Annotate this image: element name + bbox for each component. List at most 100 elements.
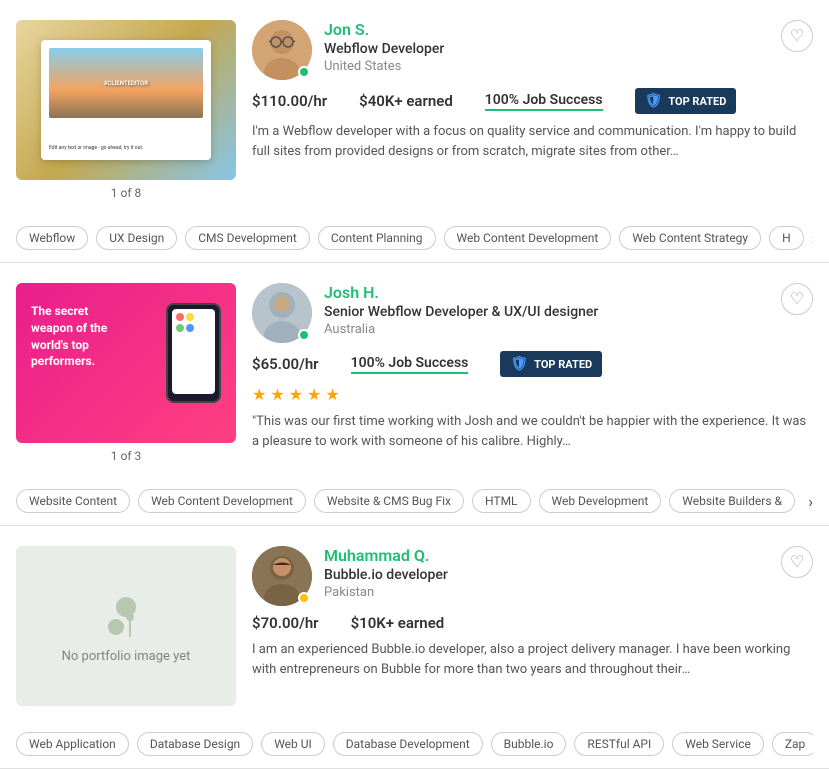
metrics-row-muhammad: $70.00/hr $10K+ earned bbox=[252, 614, 813, 632]
tag-website-builders[interactable]: Website Builders & bbox=[669, 489, 795, 513]
top-rated-badge-jon: 🛡 TOP RATED bbox=[635, 88, 737, 114]
rate-metric-jon: $110.00/hr bbox=[252, 92, 327, 110]
freelancer-location-josh: Australia bbox=[324, 322, 598, 337]
image-counter-jon: 1 of 8 bbox=[16, 186, 236, 200]
placeholder-text-muhammad: No portfolio image yet bbox=[62, 649, 191, 664]
tag-database-development[interactable]: Database Development bbox=[333, 732, 483, 756]
device-overlay-jon: Edit any text or image - go ahead, try i… bbox=[49, 145, 203, 152]
star-5-josh: ★ bbox=[325, 385, 339, 404]
portfolio-image-josh[interactable]: The secret weapon of the world's top per… bbox=[16, 283, 236, 443]
dot-red-josh bbox=[176, 313, 184, 321]
tag-more-jon[interactable]: H bbox=[769, 226, 804, 250]
bio-text-josh: "This was our first time working with Jo… bbox=[252, 412, 813, 451]
stars-row-josh: ★ ★ ★ ★ ★ bbox=[252, 385, 813, 404]
phone-row-2-josh bbox=[176, 324, 211, 332]
rate-value-jon: $110.00/hr bbox=[252, 92, 327, 110]
card-header-jon: Jon S. Webflow Developer United States ♡ bbox=[252, 20, 813, 80]
tag-html[interactable]: HTML bbox=[472, 489, 531, 513]
tag-website-content[interactable]: Website Content bbox=[16, 489, 130, 513]
online-indicator-josh bbox=[298, 329, 310, 341]
star-1-josh: ★ bbox=[252, 385, 266, 404]
freelancer-title-jon: Webflow Developer bbox=[324, 41, 444, 57]
tag-website-cms-bug[interactable]: Website & CMS Bug Fix bbox=[314, 489, 464, 513]
tag-web-ui[interactable]: Web UI bbox=[261, 732, 325, 756]
freelancer-name-muhammad[interactable]: Muhammad Q. bbox=[324, 546, 448, 565]
tag-web-content-dev[interactable]: Web Content Development bbox=[138, 489, 306, 513]
tag-web-development[interactable]: Web Development bbox=[539, 489, 662, 513]
card-header-josh: Josh H. Senior Webflow Developer & UX/UI… bbox=[252, 283, 813, 343]
freelancer-info-muhammad: Muhammad Q. Bubble.io developer Pakistan bbox=[252, 546, 448, 606]
shield-icon-jon: 🛡 bbox=[645, 93, 663, 109]
phone-screen-josh bbox=[172, 309, 215, 394]
tag-bubble-io[interactable]: Bubble.io bbox=[491, 732, 567, 756]
job-success-josh: 100% Job Success bbox=[351, 355, 469, 374]
portfolio-device-jon: #CLIENTEDITOR Edit any text or image - g… bbox=[41, 40, 211, 160]
freelancer-title-muhammad: Bubble.io developer bbox=[324, 567, 448, 583]
freelancer-info-jon: Jon S. Webflow Developer United States bbox=[252, 20, 444, 80]
online-indicator-jon bbox=[298, 66, 310, 78]
freelancer-info-josh: Josh H. Senior Webflow Developer & UX/UI… bbox=[252, 283, 598, 343]
rate-metric-muhammad: $70.00/hr bbox=[252, 614, 319, 632]
portfolio-text-josh: The secret weapon of the world's top per… bbox=[31, 303, 121, 370]
portfolio-image-jon[interactable]: #CLIENTEDITOR Edit any text or image - g… bbox=[16, 20, 236, 180]
job-success-value-josh: 100% Job Success bbox=[351, 355, 469, 374]
tags-row-josh: Website Content Web Content Development … bbox=[16, 477, 813, 525]
tags-row-muhammad: Web Application Database Design Web UI D… bbox=[16, 720, 813, 768]
card-content-josh: Josh H. Senior Webflow Developer & UX/UI… bbox=[252, 283, 813, 463]
star-4-josh: ★ bbox=[307, 385, 321, 404]
dot-green-josh bbox=[176, 324, 184, 332]
freelancer-location-muhammad: Pakistan bbox=[324, 585, 448, 600]
tag-zap[interactable]: Zap bbox=[772, 732, 813, 756]
rate-value-muhammad: $70.00/hr bbox=[252, 614, 319, 632]
tag-web-application[interactable]: Web Application bbox=[16, 732, 129, 756]
favorite-button-muhammad[interactable]: ♡ bbox=[781, 546, 813, 578]
device-screen-text-jon: #CLIENTEDITOR bbox=[104, 80, 148, 87]
tag-database-design[interactable]: Database Design bbox=[137, 732, 253, 756]
freelancer-location-jon: United States bbox=[324, 59, 444, 74]
bio-text-muhammad: I am an experienced Bubble.io developer,… bbox=[252, 640, 813, 679]
name-text-info-jon: Jon S. Webflow Developer United States bbox=[324, 20, 444, 74]
tag-webflow[interactable]: Webflow bbox=[16, 226, 88, 250]
rate-value-josh: $65.00/hr bbox=[252, 355, 319, 373]
favorite-button-josh[interactable]: ♡ bbox=[781, 283, 813, 315]
job-success-jon: 100% Job Success bbox=[485, 92, 603, 111]
card-main-jon: #CLIENTEDITOR Edit any text or image - g… bbox=[16, 20, 813, 200]
card-main-josh: The secret weapon of the world's top per… bbox=[16, 283, 813, 463]
tags-row-jon: Webflow UX Design CMS Development Conten… bbox=[16, 214, 813, 262]
dot-blue-josh bbox=[186, 324, 194, 332]
tag-web-content-development[interactable]: Web Content Development bbox=[444, 226, 612, 250]
star-3-josh: ★ bbox=[289, 385, 303, 404]
freelancer-name-jon[interactable]: Jon S. bbox=[324, 20, 444, 39]
top-rated-label-jon: TOP RATED bbox=[668, 95, 726, 108]
name-text-info-muhammad: Muhammad Q. Bubble.io developer Pakistan bbox=[324, 546, 448, 600]
tag-ux-design[interactable]: UX Design bbox=[96, 226, 177, 250]
freelancer-card-jon: #CLIENTEDITOR Edit any text or image - g… bbox=[0, 0, 829, 263]
shield-icon-josh: 🛡 bbox=[510, 356, 528, 372]
earned-metric-muhammad: $10K+ earned bbox=[351, 614, 445, 632]
bio-text-jon: I'm a Webflow developer with a focus on … bbox=[252, 122, 813, 161]
avatar-wrap-jon bbox=[252, 20, 312, 80]
portfolio-placeholder-muhammad: No portfolio image yet bbox=[16, 546, 236, 706]
rate-metric-josh: $65.00/hr bbox=[252, 355, 319, 373]
tag-web-content-strategy[interactable]: Web Content Strategy bbox=[619, 226, 761, 250]
tags-arrow-josh[interactable]: › bbox=[808, 492, 813, 511]
metrics-row-josh: $65.00/hr 100% Job Success 🛡 TOP RATED bbox=[252, 351, 813, 377]
tag-content-planning[interactable]: Content Planning bbox=[318, 226, 436, 250]
tags-arrow-jon[interactable]: › bbox=[812, 229, 813, 248]
favorite-button-jon[interactable]: ♡ bbox=[781, 20, 813, 52]
card-main-muhammad: No portfolio image yet bbox=[16, 546, 813, 706]
metrics-row-jon: $110.00/hr $40K+ earned 100% Job Success… bbox=[252, 88, 813, 114]
top-rated-badge-josh: 🛡 TOP RATED bbox=[500, 351, 602, 377]
portfolio-section-jon: #CLIENTEDITOR Edit any text or image - g… bbox=[16, 20, 236, 200]
phone-mockup-josh bbox=[166, 303, 221, 403]
earned-value-muhammad: $10K+ earned bbox=[351, 614, 445, 632]
freelancer-title-josh: Senior Webflow Developer & UX/UI designe… bbox=[324, 304, 598, 320]
tag-cms-development[interactable]: CMS Development bbox=[185, 226, 310, 250]
tag-web-service[interactable]: Web Service bbox=[672, 732, 764, 756]
tag-restful-api[interactable]: RESTful API bbox=[574, 732, 664, 756]
job-success-value-jon: 100% Job Success bbox=[485, 92, 603, 111]
earned-metric-jon: $40K+ earned bbox=[359, 92, 453, 110]
freelancer-name-josh[interactable]: Josh H. bbox=[324, 283, 598, 302]
phone-row-1-josh bbox=[176, 313, 211, 321]
earned-value-jon: $40K+ earned bbox=[359, 92, 453, 110]
